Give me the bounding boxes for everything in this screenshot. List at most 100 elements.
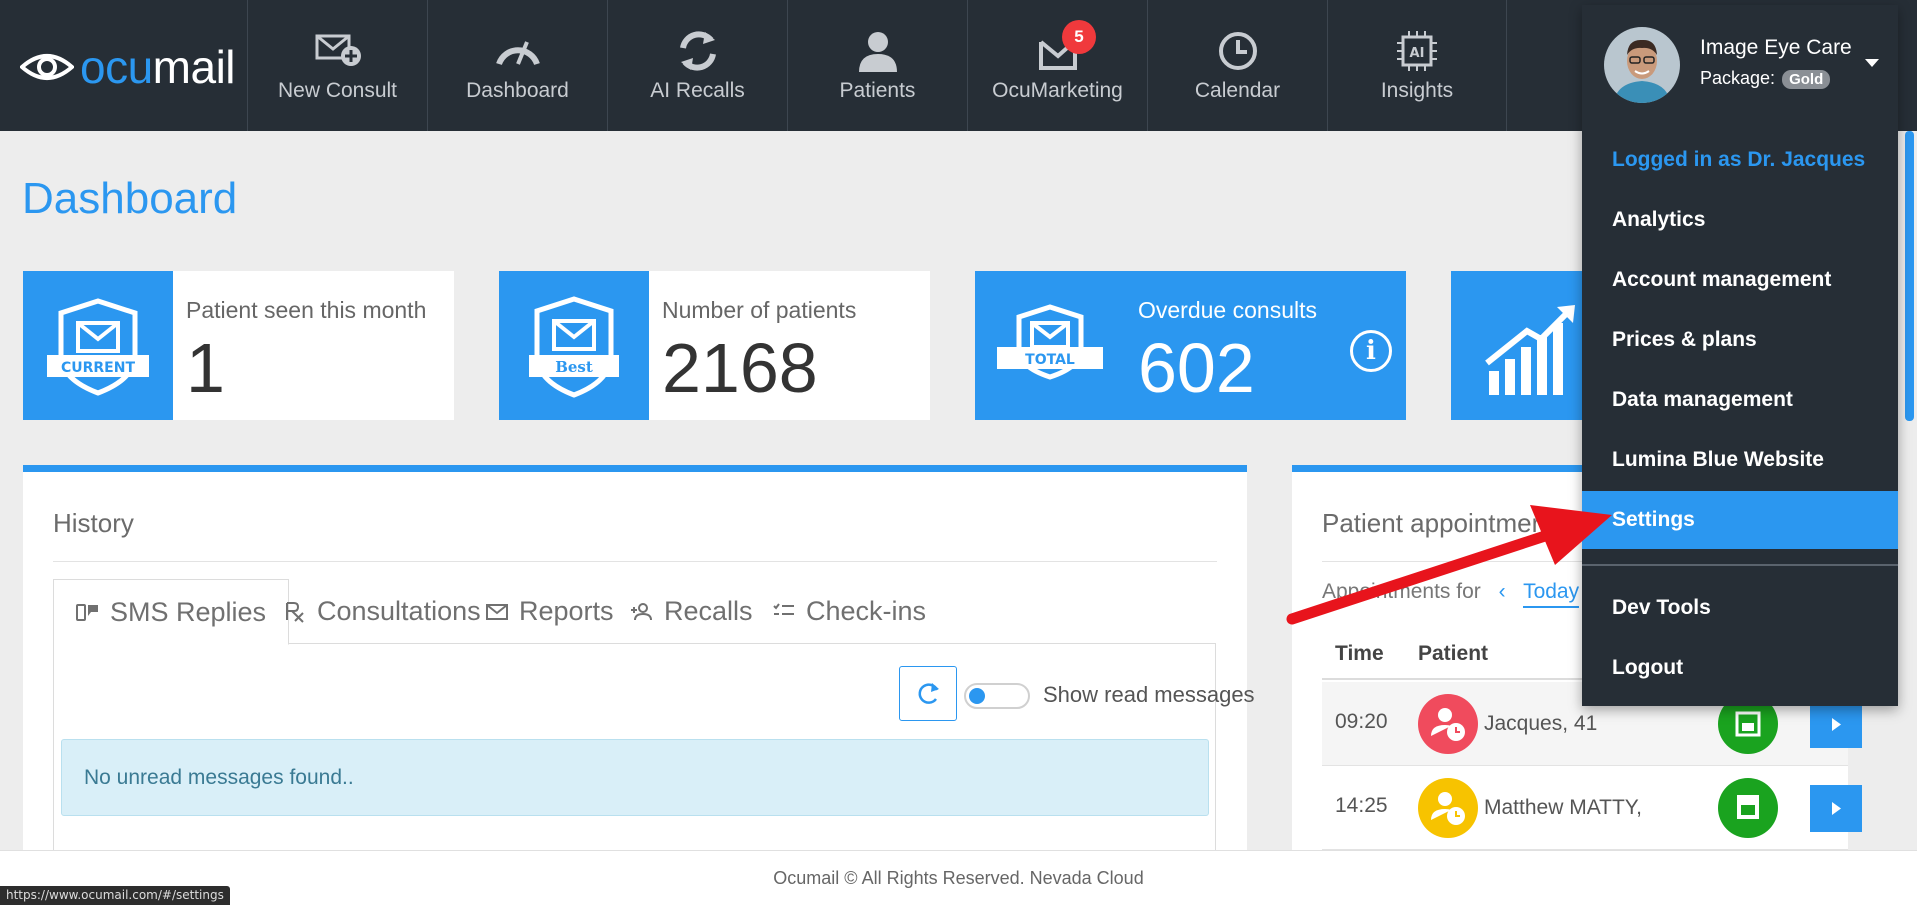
ai-chip-icon: AI: [1397, 31, 1437, 71]
stat-card-growth: [1451, 271, 1601, 420]
total-envelope-badge-icon: TOTAL: [997, 304, 1103, 380]
stat-label: Patient seen this month: [186, 297, 427, 323]
play-button[interactable]: [1810, 785, 1862, 832]
caret-down-icon[interactable]: [1865, 59, 1879, 67]
avatar[interactable]: [1604, 27, 1680, 103]
tab-label: SMS Replies: [110, 596, 267, 627]
package-label: Package:: [1700, 68, 1776, 88]
tab-check-ins[interactable]: Check-ins: [750, 579, 948, 644]
nav-dashboard[interactable]: Dashboard: [427, 0, 607, 131]
badge-box: TOTAL: [975, 271, 1125, 420]
badge-text: Best: [555, 358, 593, 376]
person-icon: [858, 32, 897, 72]
link-status-bar: https://www.ocumail.com/#/settings: [0, 886, 230, 905]
menu-item-account-management[interactable]: Account management: [1582, 251, 1898, 309]
prescription-icon: [286, 601, 304, 623]
eye-logo-icon: [20, 54, 74, 80]
show-read-toggle[interactable]: [964, 683, 1030, 709]
nav-ocumarketing[interactable]: 5 OcuMarketing: [967, 0, 1147, 131]
page-title: Dashboard: [22, 174, 238, 223]
nav-label: OcuMarketing: [992, 79, 1123, 102]
menu-item-dev-tools[interactable]: Dev Tools: [1582, 579, 1898, 637]
day-selector[interactable]: Today: [1523, 580, 1580, 608]
ocumail-logo[interactable]: ocumail: [20, 40, 236, 94]
appointment-time: 09:20: [1335, 710, 1388, 733]
patient-status-icon: [1418, 778, 1478, 838]
checklist-icon: [773, 602, 794, 615]
notification-badge: 5: [1062, 20, 1096, 54]
appointments-for: Appointments for ‹ Today: [1322, 580, 1580, 608]
nav-new-consult[interactable]: New Consult: [247, 0, 427, 131]
tab-label: Consultations: [317, 596, 481, 626]
refresh-icon: [918, 683, 939, 704]
person-add-icon: [631, 602, 652, 620]
svg-text:AI: AI: [1410, 46, 1425, 61]
stat-value: 1: [186, 329, 225, 407]
stat-card-patients-seen: CURRENT Patient seen this month 1: [23, 271, 454, 420]
best-envelope-badge-icon: Best: [529, 296, 619, 398]
table-row[interactable]: 14:25 Matthew MATTY,: [1322, 766, 1862, 850]
refresh-icon: [679, 31, 716, 71]
calendar-icon[interactable]: [1718, 778, 1778, 838]
nav-ai-recalls[interactable]: AI Recalls: [607, 0, 787, 131]
stat-value: 2168: [662, 329, 818, 407]
patient-name: Matthew MATTY,: [1484, 796, 1642, 819]
column-header: Patient: [1418, 642, 1489, 665]
growth-chart-icon: [1485, 305, 1575, 395]
appointment-time: 14:25: [1335, 794, 1388, 817]
menu-item-lumina-blue-website[interactable]: Lumina Blue Website: [1582, 431, 1898, 489]
stat-card-number-of-patients: Best Number of patients 2168: [499, 271, 930, 420]
nav-label: Calendar: [1194, 79, 1281, 102]
info-icon[interactable]: i: [1350, 330, 1392, 372]
nav-insights[interactable]: AI Insights: [1327, 0, 1507, 131]
panel-title: Patient appointmen: [1322, 508, 1547, 538]
refresh-button[interactable]: [899, 666, 957, 721]
tab-label: Check-ins: [806, 596, 927, 626]
user-dropdown-menu: Image Eye Care Package: Gold Logged in a…: [1582, 5, 1898, 706]
badge-text: TOTAL: [1025, 352, 1075, 368]
nav-patients[interactable]: Patients: [787, 0, 967, 131]
nav-label: Patients: [839, 79, 916, 102]
nav-calendar[interactable]: Calendar: [1147, 0, 1327, 131]
menu-item-logout[interactable]: Logout: [1582, 639, 1898, 697]
history-panel: History SMS Replies Consultations Report…: [23, 465, 1255, 905]
footer: Ocumail © All Rights Reserved. Nevada Cl…: [0, 850, 1917, 905]
tab-sms-replies[interactable]: SMS Replies: [53, 579, 290, 645]
stat-label: Number of patients: [662, 297, 857, 323]
menu-item-settings[interactable]: Settings: [1582, 491, 1898, 549]
nav-label: Dashboard: [466, 79, 569, 102]
empty-message-alert: No unread messages found..: [61, 739, 1209, 816]
badge-box: Best: [499, 271, 649, 420]
panel-title: History: [53, 508, 134, 538]
stat-card-overdue-consults[interactable]: TOTAL Overdue consults 602: [975, 271, 1406, 420]
user-name: Image Eye Care: [1700, 36, 1852, 59]
clock-icon: [1218, 32, 1257, 70]
chevron-left-icon[interactable]: ‹: [1499, 580, 1506, 603]
sms-icon: [76, 604, 98, 621]
divider: [53, 561, 1217, 562]
envelope-icon: [486, 603, 508, 620]
play-button[interactable]: [1810, 701, 1862, 748]
stat-value: 602: [1138, 329, 1255, 407]
scrollbar-thumb[interactable]: [1905, 131, 1914, 421]
package-badge: Gold: [1782, 70, 1831, 89]
nav-label: Insights: [1380, 79, 1454, 102]
nav-label: AI Recalls: [650, 79, 745, 102]
toggle-knob: [969, 688, 985, 704]
speedometer-icon: [495, 41, 540, 66]
history-tabs: SMS Replies Consultations Reports Recall…: [53, 579, 1216, 645]
patient-name: Jacques, 41: [1484, 712, 1598, 735]
tab-label: Recalls: [664, 596, 753, 626]
menu-item-prices-plans[interactable]: Prices & plans: [1582, 311, 1898, 369]
current-envelope-badge-icon: CURRENT: [47, 298, 149, 396]
patient-status-icon: [1418, 694, 1478, 754]
menu-item-analytics[interactable]: Analytics: [1582, 191, 1898, 249]
appointments-for-label: Appointments for: [1322, 580, 1481, 603]
stat-label: Overdue consults: [1138, 297, 1317, 323]
logged-in-as: Logged in as Dr. Jacques: [1612, 148, 1866, 171]
tab-label: Reports: [519, 596, 614, 626]
badge-text: CURRENT: [61, 360, 135, 376]
menu-item-data-management[interactable]: Data management: [1582, 371, 1898, 429]
toggle-label: Show read messages: [1043, 682, 1255, 707]
nav-label: New Consult: [277, 79, 398, 102]
